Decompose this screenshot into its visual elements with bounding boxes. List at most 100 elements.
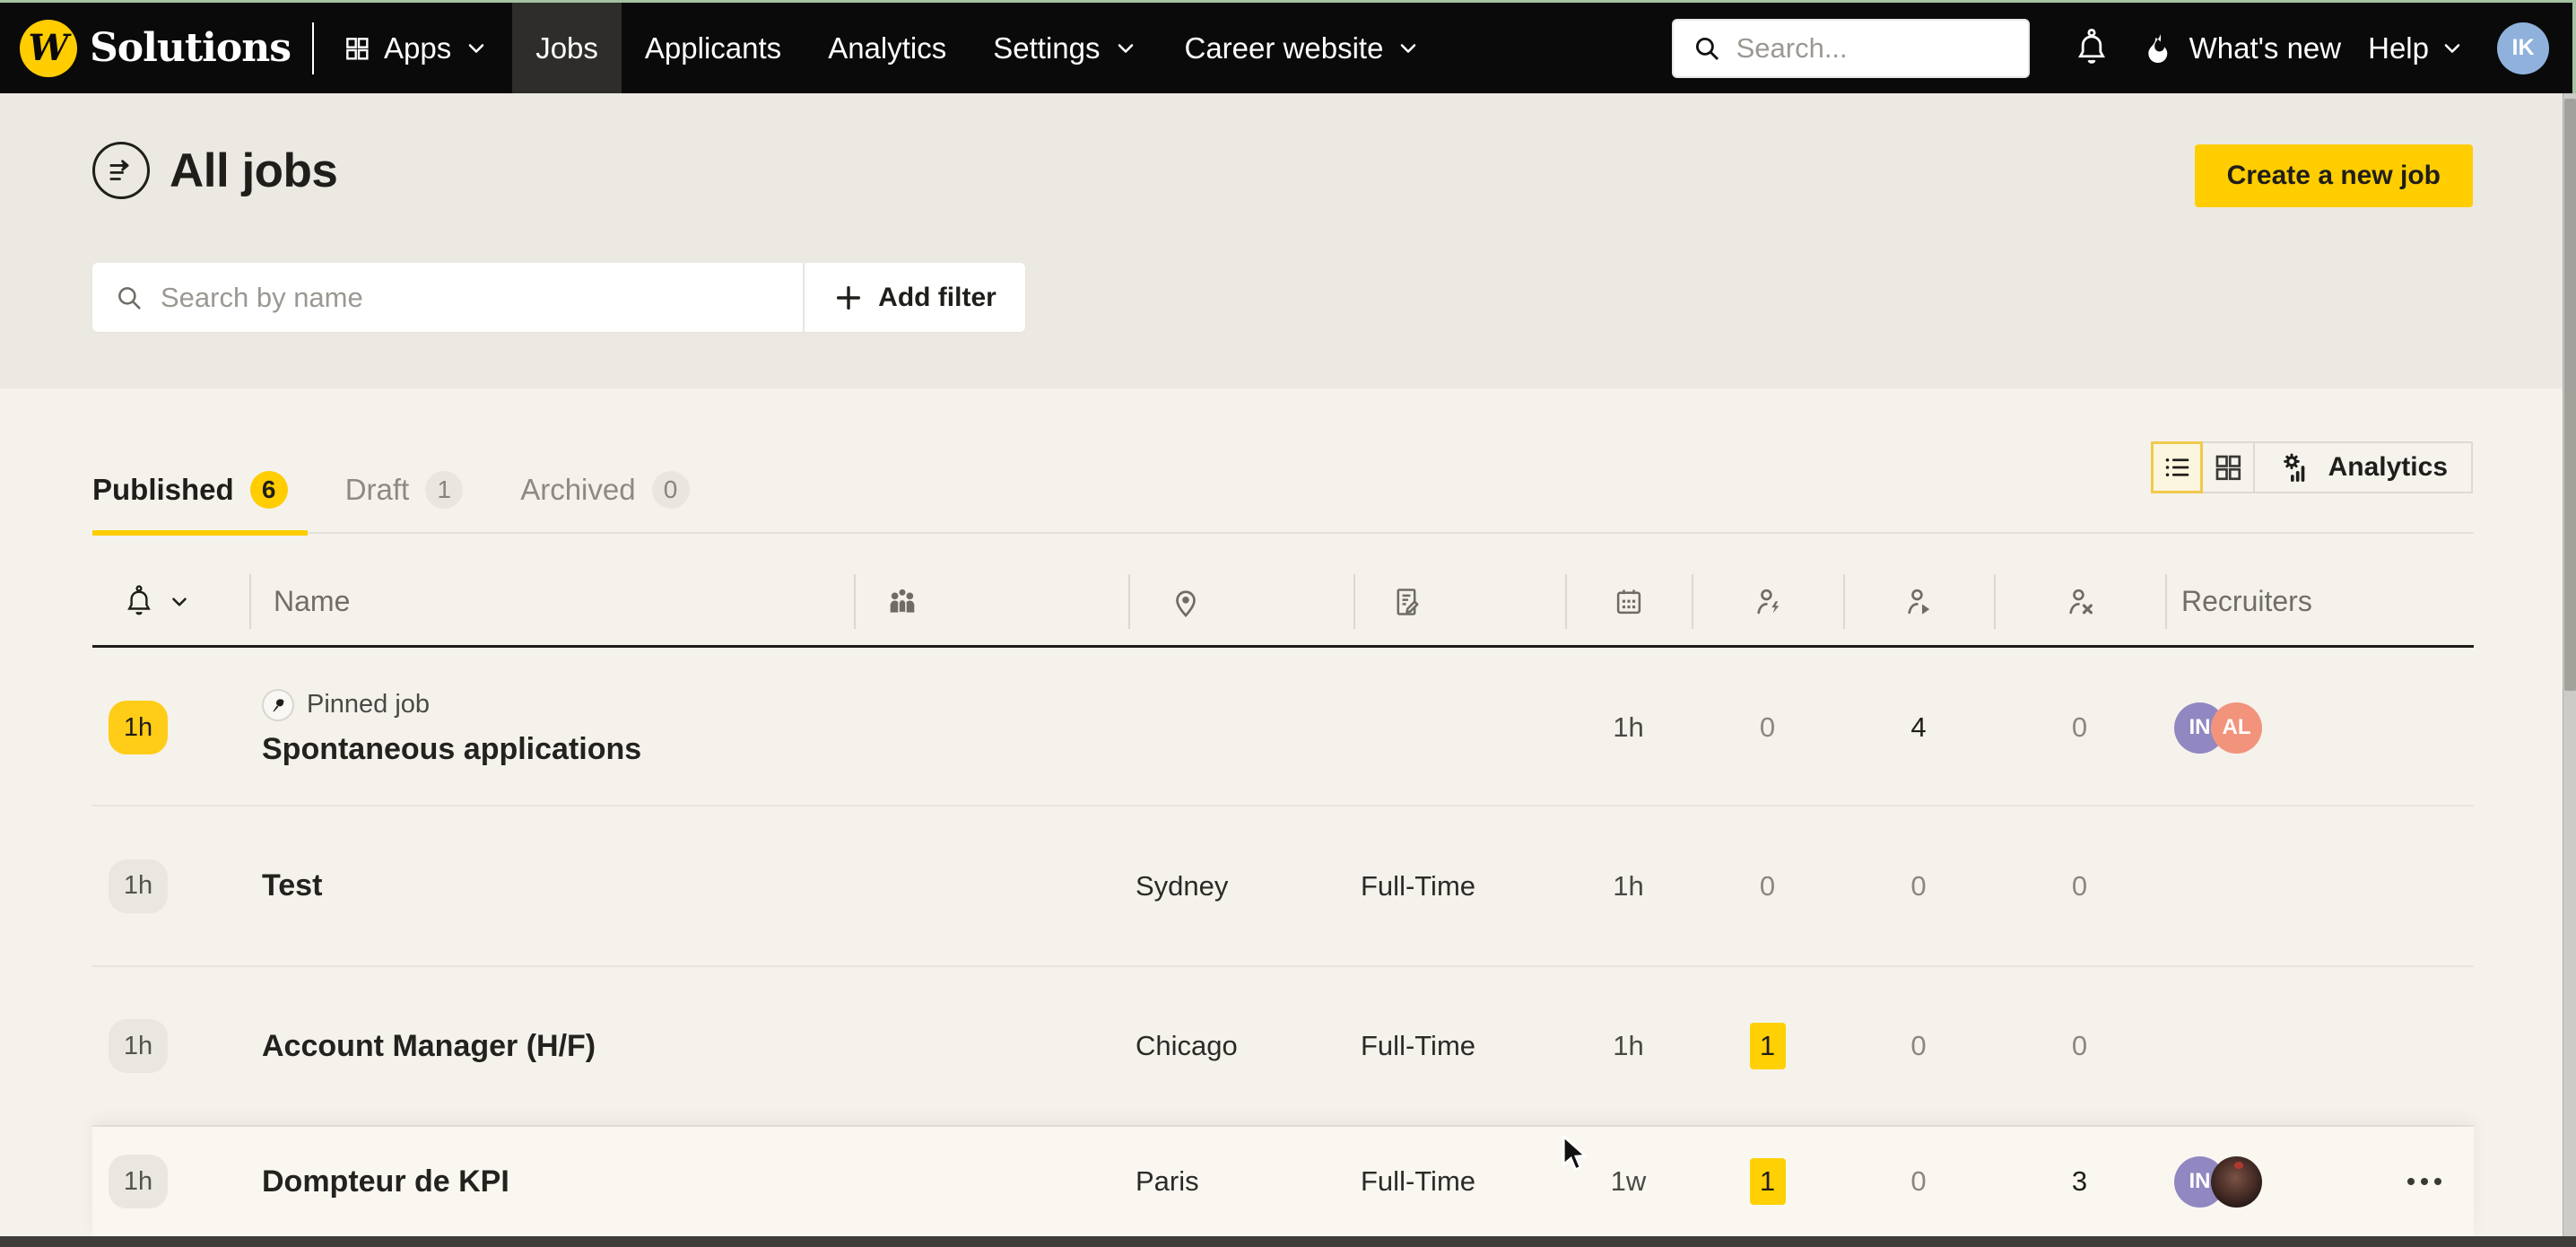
- nav-divider: [311, 22, 314, 74]
- contract-document-icon: [1389, 585, 1423, 619]
- nav-item-applicants[interactable]: Applicants: [622, 3, 805, 93]
- avatar-photo[interactable]: [2211, 1155, 2262, 1208]
- job-age: 1h: [1613, 711, 1644, 743]
- tab-label: Draft: [344, 473, 410, 506]
- job-name[interactable]: Dompteur de KPI: [262, 1164, 854, 1199]
- job-location: Paris: [1136, 1165, 1199, 1197]
- row-menu-button[interactable]: [2375, 1178, 2474, 1185]
- page-header-section: All jobs Create a new job Add filter: [0, 93, 2576, 388]
- apps-grid-icon: [343, 34, 371, 63]
- whats-new-label: What's new: [2189, 31, 2342, 65]
- job-age: 1h: [1613, 1030, 1644, 1061]
- scrollbar-track[interactable]: [2563, 93, 2576, 1236]
- job-row[interactable]: 1h Account Manager (H/F) Chicago Full-Ti…: [92, 967, 2474, 1127]
- tab-published[interactable]: Published 6: [92, 471, 308, 536]
- new-applicants-count: 1: [1749, 1023, 1786, 1069]
- nav-item-jobs[interactable]: Jobs: [512, 3, 622, 93]
- analytics-gear-chart-icon: [2278, 449, 2314, 485]
- tab-label: Published: [92, 473, 234, 506]
- job-time-badge: 1h: [109, 701, 168, 754]
- help-button[interactable]: Help: [2368, 31, 2465, 65]
- location-pin-icon: [1169, 585, 1203, 619]
- in-progress-count: 0: [1910, 869, 1927, 902]
- whats-new-button[interactable]: What's new: [2143, 31, 2342, 66]
- nav-item-label: Settings: [993, 31, 1101, 65]
- add-filter-button[interactable]: Add filter: [805, 263, 1025, 332]
- new-applicants-count: 0: [1759, 711, 1776, 743]
- tab-count-badge: 6: [249, 471, 288, 509]
- create-new-job-button[interactable]: Create a new job: [2194, 144, 2473, 207]
- chevron-down-icon: [464, 36, 489, 61]
- job-time-badge: 1h: [109, 859, 168, 913]
- jobs-table-rows: 1h Pinned job Spontaneous applications 1…: [92, 650, 2474, 1236]
- job-location: Chicago: [1136, 1030, 1238, 1061]
- all-jobs-icon: [92, 142, 150, 199]
- jobs-search[interactable]: [92, 263, 805, 332]
- nav-item-label: Jobs: [535, 31, 598, 65]
- user-avatar[interactable]: IK: [2497, 22, 2549, 74]
- person-play-icon: [1902, 585, 1936, 619]
- nav-item-label: Analytics: [828, 31, 947, 65]
- column-header-in-progress: [1843, 558, 1994, 645]
- column-header-team: [854, 558, 1128, 645]
- scrollbar-thumb[interactable]: [2564, 99, 2576, 691]
- job-row[interactable]: 1h Pinned job Spontaneous applications 1…: [92, 650, 2474, 807]
- nav-item-analytics[interactable]: Analytics: [805, 3, 970, 93]
- sort-column-button[interactable]: [92, 558, 249, 645]
- nav-right: What's new Help IK: [1671, 3, 2576, 93]
- nav-item-label: Apps: [383, 31, 452, 65]
- screen-edge-right: [2572, 0, 2576, 93]
- column-header-age: [1565, 558, 1692, 645]
- grid-view-button[interactable]: [2202, 441, 2255, 493]
- tab-draft[interactable]: Draft 1: [345, 471, 471, 534]
- jobs-search-input[interactable]: [161, 281, 781, 314]
- bell-column-icon: [123, 584, 155, 620]
- job-time-badge: 1h: [109, 1155, 168, 1208]
- in-progress-count: 0: [1910, 1030, 1927, 1061]
- nav-links-group: Apps Jobs Applicants Analytics Settings Care…: [319, 3, 1444, 93]
- nav-search-input[interactable]: [1736, 31, 2010, 65]
- new-applicants-count: 1: [1749, 1158, 1786, 1205]
- in-progress-count: 4: [1910, 711, 1927, 743]
- job-time-badge: 1h: [109, 1019, 168, 1073]
- tab-label: Archived: [520, 473, 636, 506]
- view-switcher: Analytics: [2150, 441, 2473, 493]
- avatar[interactable]: AL: [2211, 702, 2262, 754]
- filter-bar: Add filter: [92, 263, 1025, 332]
- tab-count-badge: 0: [651, 471, 690, 509]
- notifications-bell-icon[interactable]: [2073, 28, 2110, 69]
- job-age: 1h: [1613, 869, 1644, 902]
- job-row[interactable]: 1h Dompteur de KPI Paris Full-Time 1w 1 …: [92, 1127, 2474, 1236]
- brand[interactable]: W Solutions: [0, 3, 292, 93]
- nav-item-apps[interactable]: Apps: [319, 3, 512, 93]
- page-body: Published 6 Draft 1 Archived 0 Analytics: [0, 388, 2576, 1236]
- pinned-label: Pinned job: [307, 690, 431, 719]
- job-name[interactable]: Spontaneous applications: [262, 732, 854, 767]
- job-row[interactable]: 1h Test Sydney Full-Time 1h 0 0 0: [92, 807, 2474, 967]
- column-header-rejected: [1994, 558, 2165, 645]
- analytics-view-button[interactable]: Analytics: [2254, 441, 2473, 493]
- page-title: All jobs: [170, 144, 338, 197]
- list-view-button[interactable]: [2150, 441, 2203, 493]
- tab-archived[interactable]: Archived 0: [520, 471, 696, 534]
- rejected-count: 0: [2071, 1030, 2088, 1061]
- tab-count-badge: 1: [425, 471, 464, 509]
- new-applicants-count: 0: [1759, 869, 1776, 902]
- column-header-actions: [2375, 558, 2474, 645]
- job-contract: Full-Time: [1361, 1165, 1476, 1197]
- nav-item-settings[interactable]: Settings: [970, 3, 1161, 93]
- screen-edge-top: [0, 0, 2576, 3]
- table-header: Name Recruiters: [92, 558, 2474, 648]
- job-name[interactable]: Test: [262, 868, 854, 903]
- help-label: Help: [2368, 31, 2429, 65]
- nav-search[interactable]: [1671, 18, 2030, 78]
- team-people-icon: [884, 584, 920, 620]
- nav-item-career-website[interactable]: Career website: [1162, 3, 1445, 93]
- pinned-flag: Pinned job: [262, 688, 854, 721]
- brand-name: Solutions: [90, 25, 292, 71]
- person-bolt-icon: [1751, 585, 1785, 619]
- column-header-new-applicants: [1692, 558, 1843, 645]
- search-icon: [114, 283, 144, 313]
- job-name[interactable]: Account Manager (H/F): [262, 1029, 854, 1064]
- column-header-name: Name: [249, 558, 854, 645]
